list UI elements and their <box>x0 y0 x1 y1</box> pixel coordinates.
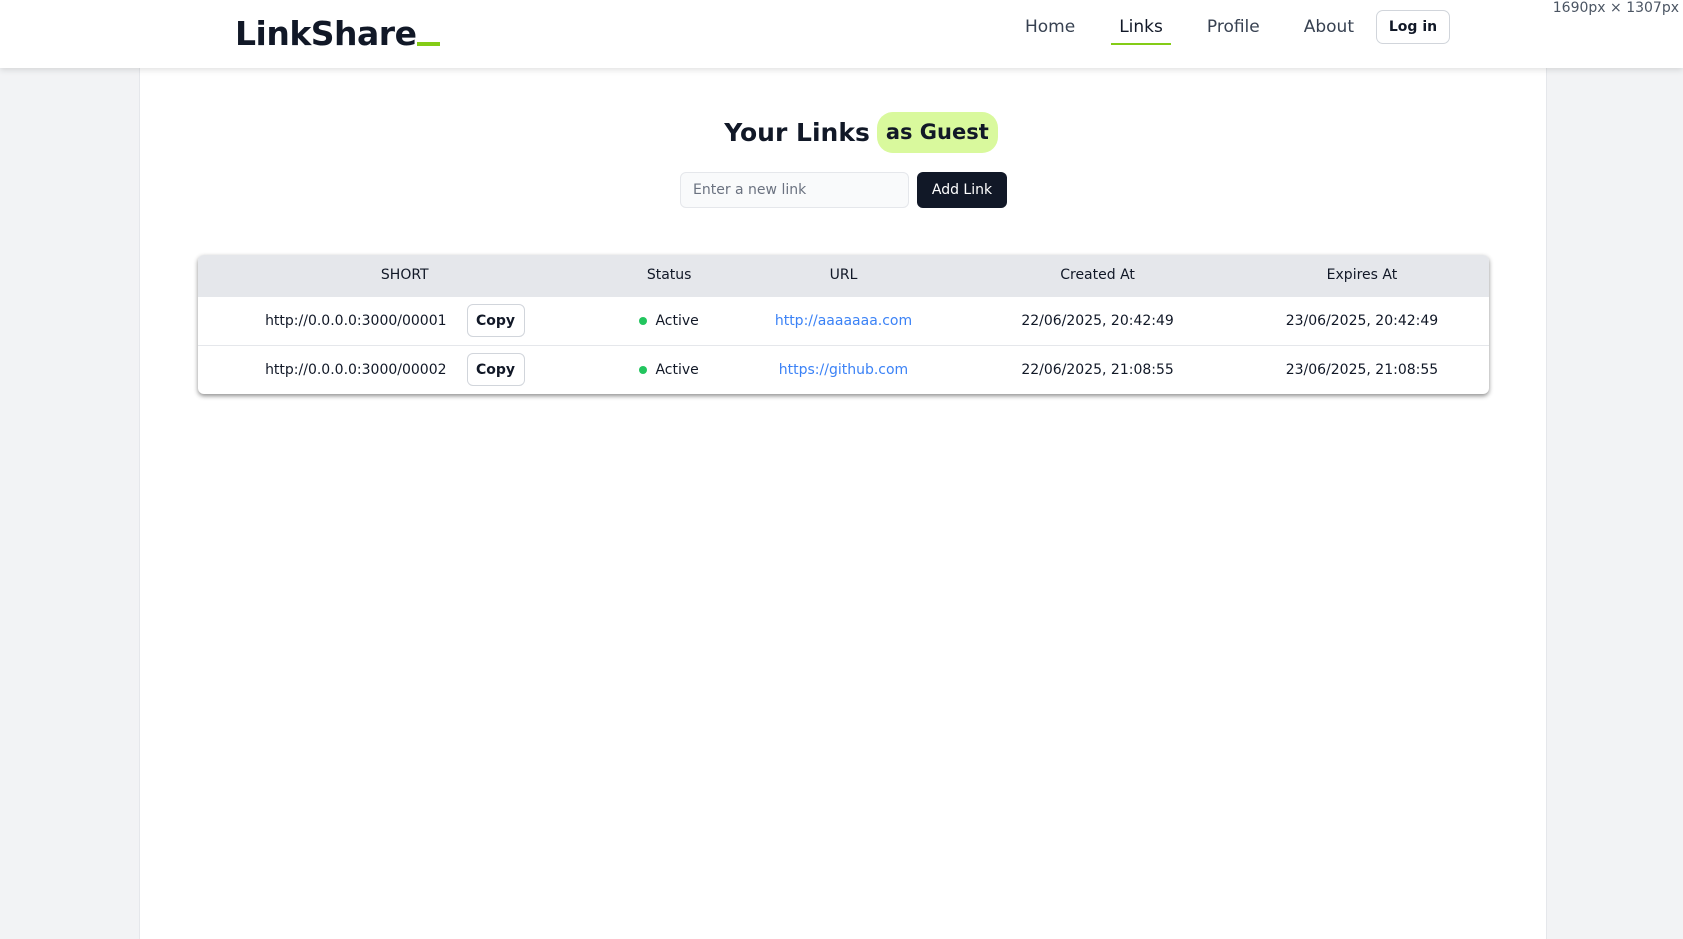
dimension-readout: 1690px × 1307px <box>1550 0 1681 16</box>
links-table-container: SHORT Status URL Created At Expires At h… <box>198 255 1489 394</box>
column-header-status: Status <box>646 267 692 284</box>
main-content: Your Links as Guest Add Link SHORT Statu… <box>139 68 1547 939</box>
column-header-expires-at: Expires At <box>1326 267 1398 284</box>
column-header-short: SHORT <box>380 267 429 284</box>
table-row: http://0.0.0.0:3000/00001 Copy Active ht… <box>198 296 1489 345</box>
url-cell: https://github.com <box>727 345 961 394</box>
status-dot-icon <box>639 316 648 325</box>
logo-text: LinkShare <box>235 14 417 53</box>
copy-button[interactable]: Copy <box>466 353 525 387</box>
status-text: Active <box>655 312 699 329</box>
nav-home[interactable]: Home <box>1017 13 1083 43</box>
status-dot-icon <box>639 365 648 374</box>
original-url-link[interactable]: https://github.com <box>779 362 908 378</box>
short-cell: http://0.0.0.0:3000/00001 Copy <box>198 296 612 345</box>
links-table: SHORT Status URL Created At Expires At h… <box>198 255 1489 394</box>
table-row: http://0.0.0.0:3000/00002 Copy Active ht… <box>198 345 1489 394</box>
url-cell: http://aaaaaaa.com <box>727 296 961 345</box>
status-text: Active <box>655 361 699 378</box>
nav-profile[interactable]: Profile <box>1199 13 1268 43</box>
logo-cursor-mark <box>417 42 441 46</box>
original-url-link[interactable]: http://aaaaaaa.com <box>775 313 912 329</box>
app-logo[interactable]: LinkShare <box>235 14 441 53</box>
column-header-created-at: Created At <box>1060 267 1135 284</box>
short-url: http://0.0.0.0:3000/00001 <box>265 312 447 329</box>
short-cell: http://0.0.0.0:3000/00002 Copy <box>198 345 612 394</box>
created-at-cell: 22/06/2025, 20:42:49 <box>1021 312 1174 329</box>
guest-badge: as Guest <box>876 112 998 153</box>
expires-at-cell: 23/06/2025, 21:08:55 <box>1285 361 1439 378</box>
login-button[interactable]: Log in <box>1376 10 1450 44</box>
new-link-input[interactable] <box>680 172 909 208</box>
expires-at-cell: 23/06/2025, 20:42:49 <box>1285 312 1439 329</box>
column-header-url: URL <box>829 267 858 284</box>
created-at-cell: 22/06/2025, 21:08:55 <box>1021 361 1174 378</box>
top-navbar: LinkShare Home Links Profile About Log i… <box>0 0 1683 68</box>
page-title: Your Links <box>724 118 870 147</box>
short-url: http://0.0.0.0:3000/00002 <box>265 361 447 378</box>
nav-links[interactable]: Links <box>1111 13 1171 45</box>
copy-button[interactable]: Copy <box>466 304 525 337</box>
add-link-button[interactable]: Add Link <box>917 172 1007 208</box>
page-heading-row: Your Links as Guest <box>140 112 1546 153</box>
table-header-row: SHORT Status URL Created At Expires At <box>198 255 1489 296</box>
main-nav: Home Links Profile About <box>1017 0 1390 56</box>
status-cell: Active <box>612 345 727 394</box>
add-link-form: Add Link <box>680 172 1007 208</box>
nav-about[interactable]: About <box>1296 13 1362 43</box>
status-cell: Active <box>612 296 727 345</box>
